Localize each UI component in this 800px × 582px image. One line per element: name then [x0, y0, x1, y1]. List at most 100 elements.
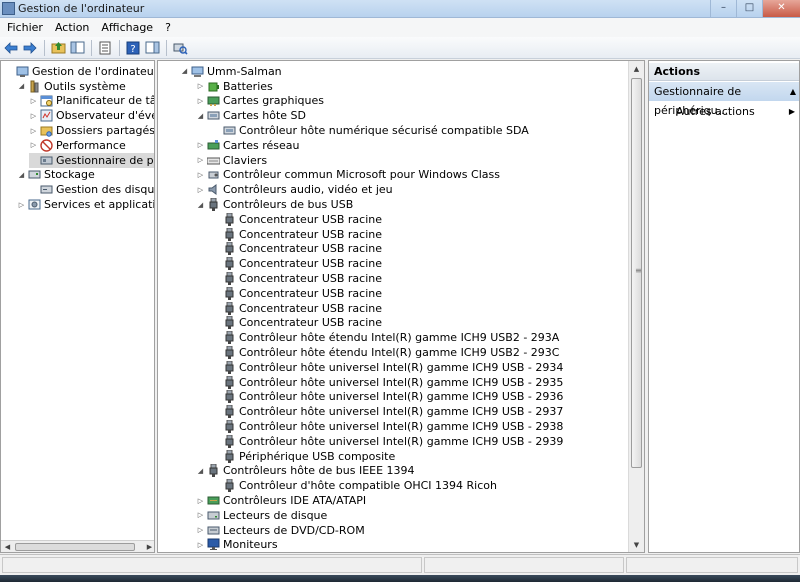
expand-triangle-icon[interactable]: ▷	[196, 526, 205, 535]
device-tree-item[interactable]: ▷ Contrôleurs audio, vidéo et jeu	[196, 182, 393, 197]
scroll-left-arrow-icon[interactable]: ◀	[1, 541, 14, 552]
menu-action[interactable]: Action	[49, 18, 95, 37]
console-tree-item[interactable]: Gestion des disques	[29, 182, 154, 197]
device-tree-item[interactable]: Contrôleur hôte universel Intel(R) gamme…	[212, 390, 563, 405]
collapse-triangle-icon[interactable]: ◢	[180, 67, 189, 76]
expand-triangle-icon[interactable]: ▷	[196, 156, 205, 165]
console-tree-item[interactable]: Gestion de l'ordinateur (local)	[5, 64, 154, 79]
console-tree-item[interactable]: ◢ Stockage	[17, 168, 95, 183]
back-arrow-icon	[4, 41, 18, 54]
expand-triangle-icon[interactable]: ▷	[196, 82, 205, 91]
usb-icon	[225, 420, 234, 434]
collapse-triangle-icon[interactable]: ◢	[196, 111, 205, 120]
device-tree-item[interactable]: Contrôleur hôte universel Intel(R) gamme…	[212, 434, 563, 449]
services-icon	[28, 199, 41, 210]
device-tree-item[interactable]: ▷ Cartes réseau	[196, 138, 300, 153]
scrollbar-thumb[interactable]: ≡	[631, 78, 642, 468]
device-tree-item[interactable]: ◢ Umm-Salman	[180, 64, 282, 79]
scrollbar-thumb[interactable]	[15, 543, 135, 551]
shared-folder-icon	[40, 126, 53, 137]
tree-item-label: Cartes réseau	[223, 138, 300, 152]
expand-triangle-icon[interactable]: ▷	[196, 185, 205, 194]
expand-triangle-icon[interactable]: ▷	[29, 111, 38, 120]
device-tree-item[interactable]: ▷ Contrôleurs IDE ATA/ATAPI	[196, 493, 366, 508]
device-tree-item[interactable]: Concentrateur USB racine	[212, 242, 382, 257]
console-tree-item[interactable]: ▷ Performance	[29, 138, 126, 153]
tree-item-label: Concentrateur USB racine	[239, 227, 382, 241]
expand-triangle-icon[interactable]: ▷	[29, 126, 38, 135]
expand-triangle-icon[interactable]: ▷	[196, 540, 205, 549]
console-tree-item[interactable]: ◢ Outils système	[17, 79, 126, 94]
show-hide-action-pane-button[interactable]	[143, 39, 161, 57]
device-tree-item[interactable]: Contrôleur hôte universel Intel(R) gamme…	[212, 360, 563, 375]
actions-other-actions[interactable]: Autres actions ▶	[649, 103, 799, 121]
tree-item-label: Planificateur de tâches	[56, 94, 154, 108]
expand-triangle-icon[interactable]: ▷	[196, 511, 205, 520]
maximize-button[interactable]: □	[736, 0, 762, 17]
console-tree-item[interactable]: ▷ Observateur d'événements	[29, 108, 154, 123]
device-tree-item[interactable]: Contrôleur hôte numérique sécurisé compa…	[212, 123, 529, 138]
collapse-triangle-icon[interactable]: ◢	[17, 82, 26, 91]
expand-triangle-icon[interactable]: ▷	[17, 200, 26, 209]
minimize-button[interactable]: –	[710, 0, 736, 17]
collapse-triangle-icon[interactable]: ◢	[196, 466, 205, 475]
scroll-up-arrow-icon[interactable]: ▲	[629, 61, 644, 76]
device-tree-item[interactable]: Contrôleur hôte universel Intel(R) gamme…	[212, 419, 563, 434]
console-tree-item[interactable]: Gestionnaire de périphériques	[29, 152, 154, 168]
device-tree-item[interactable]: Concentrateur USB racine	[212, 227, 382, 242]
device-tree-item[interactable]: Concentrateur USB racine	[212, 301, 382, 316]
tree-item-label: Contrôleur commun Microsoft pour Windows…	[223, 168, 500, 182]
device-tree-item[interactable]: Contrôleur hôte universel Intel(R) gamme…	[212, 375, 563, 390]
up-level-button[interactable]	[49, 39, 67, 57]
device-tree-item[interactable]: Concentrateur USB racine	[212, 271, 382, 286]
scan-hardware-button[interactable]	[171, 39, 189, 57]
expand-triangle-icon[interactable]: ▷	[29, 141, 38, 150]
device-tree-item[interactable]: ◢ Contrôleurs hôte de bus IEEE 1394	[196, 464, 415, 479]
actions-section-device-manager[interactable]: Gestionnaire de périphériqu... ▲	[649, 82, 799, 117]
scroll-right-arrow-icon[interactable]: ▶	[143, 541, 154, 552]
show-hide-tree-button[interactable]	[68, 39, 86, 57]
expand-triangle-icon[interactable]: ▷	[29, 96, 38, 105]
forward-button[interactable]	[21, 39, 39, 57]
collapse-up-icon[interactable]: ▲	[790, 82, 796, 101]
device-tree-item[interactable]: Contrôleur hôte étendu Intel(R) gamme IC…	[212, 330, 559, 345]
horizontal-scrollbar[interactable]: ◀ ▶	[1, 540, 154, 552]
menu-help[interactable]: ?	[159, 18, 177, 37]
device-tree-item[interactable]: Concentrateur USB racine	[212, 212, 382, 227]
device-tree-item[interactable]: ◢ Cartes hôte SD	[196, 108, 306, 123]
collapse-triangle-icon[interactable]: ◢	[17, 170, 26, 179]
device-tree-item[interactable]: Périphérique USB composite	[212, 449, 395, 464]
device-tree-item[interactable]: Contrôleur hôte universel Intel(R) gamme…	[212, 404, 563, 419]
device-tree-item[interactable]: ◢ Contrôleurs de bus USB	[196, 197, 353, 212]
menu-fichier[interactable]: Fichier	[1, 18, 49, 37]
close-button[interactable]: ✕	[762, 0, 800, 17]
collapse-triangle-icon[interactable]: ◢	[196, 200, 205, 209]
device-tree-item[interactable]: Contrôleur d'hôte compatible OHCI 1394 R…	[212, 478, 497, 493]
back-button[interactable]	[2, 39, 20, 57]
scroll-down-arrow-icon[interactable]: ▼	[629, 537, 644, 552]
expand-triangle-icon[interactable]: ▷	[196, 170, 205, 179]
console-tree-item[interactable]: ▷ Services et applications	[17, 197, 154, 212]
expand-triangle-icon[interactable]: ▷	[196, 96, 205, 105]
vertical-scrollbar[interactable]: ▲ ≡ ▼	[628, 61, 644, 552]
expand-triangle-icon[interactable]: ▷	[196, 141, 205, 150]
device-tree-item[interactable]: ▷ Lecteurs de DVD/CD-ROM	[196, 523, 365, 538]
device-tree-item[interactable]: ▷ Contrôleur commun Microsoft pour Window…	[196, 168, 500, 183]
device-tree-item[interactable]: ▷ Lecteurs de disque	[196, 508, 328, 523]
device-tree-item[interactable]: Concentrateur USB racine	[212, 286, 382, 301]
console-tree-item[interactable]: ▷ Dossiers partagés	[29, 123, 154, 138]
device-tree-item[interactable]: ▷ Batteries	[196, 79, 273, 94]
device-tree-item[interactable]: Concentrateur USB racine	[212, 316, 382, 331]
expand-triangle-icon[interactable]: ▷	[196, 496, 205, 505]
console-tree-item[interactable]: ▷ Planificateur de tâches	[29, 94, 154, 109]
help-button[interactable]: ?	[124, 39, 142, 57]
menu-affichage[interactable]: Affichage	[95, 18, 159, 37]
device-tree-item[interactable]: ▷ Cartes graphiques	[196, 94, 324, 109]
properties-button[interactable]	[96, 39, 114, 57]
device-tree-item[interactable]: Contrôleur hôte étendu Intel(R) gamme IC…	[212, 345, 559, 360]
device-tree-item[interactable]: Concentrateur USB racine	[212, 256, 382, 271]
toolbar-separator	[91, 39, 92, 56]
device-tree-item[interactable]: ▷ Moniteurs	[196, 538, 278, 552]
device-tree-item[interactable]: ▷ Claviers	[196, 153, 267, 168]
